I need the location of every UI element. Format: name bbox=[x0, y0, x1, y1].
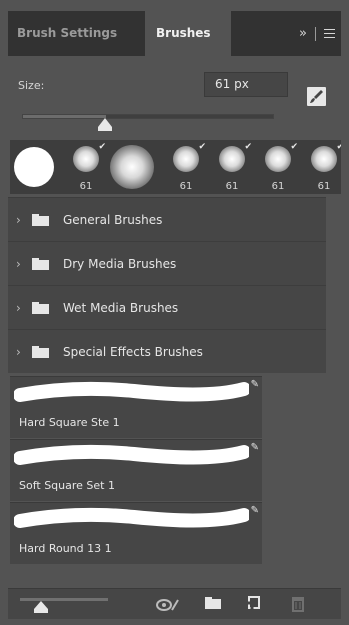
group-wet-media-brushes[interactable]: › Wet Media Brushes bbox=[8, 285, 326, 329]
eye-pressure-icon[interactable] bbox=[156, 595, 182, 613]
brush-tool-icon[interactable] bbox=[307, 87, 326, 106]
panel-footer bbox=[8, 588, 341, 619]
size-input[interactable]: 61 px bbox=[204, 72, 288, 97]
folder-icon bbox=[32, 213, 49, 226]
trash-icon[interactable] bbox=[291, 595, 305, 612]
pressure-pen-icon: ✔ bbox=[198, 142, 206, 152]
pressure-pen-icon: ✔ bbox=[244, 142, 252, 152]
pressure-pen-icon: ✎ bbox=[250, 505, 259, 516]
brush-item-soft-square[interactable]: ✎ Soft Square Set 1 bbox=[10, 439, 262, 501]
brush-name: Soft Square Set 1 bbox=[19, 479, 115, 492]
folder-icon bbox=[32, 301, 49, 314]
brush-tip-preview bbox=[311, 146, 337, 172]
brush-tip-preview bbox=[73, 146, 99, 172]
folder-icon bbox=[32, 345, 49, 358]
group-label: Wet Media Brushes bbox=[63, 300, 179, 315]
brush-tip-preview bbox=[14, 147, 54, 187]
brush-preset[interactable]: ✔ 61 bbox=[208, 140, 256, 194]
brush-preset[interactable]: ✔ 61 bbox=[300, 140, 341, 194]
brush-preset[interactable]: ✔ 61 bbox=[62, 140, 110, 194]
brush-preset[interactable] bbox=[10, 140, 58, 194]
brush-size-number: 61 bbox=[79, 181, 93, 192]
tab-brushes[interactable]: Brushes bbox=[145, 11, 231, 56]
tab-tools: » bbox=[299, 11, 335, 56]
brush-size-number: 61 bbox=[317, 181, 331, 192]
expand-chevrons-icon[interactable]: » bbox=[299, 11, 307, 56]
tab-bar: Brush Settings Brushes » bbox=[8, 11, 341, 56]
new-group-folder-icon[interactable] bbox=[204, 595, 222, 611]
group-label: Dry Media Brushes bbox=[63, 256, 177, 271]
brush-stroke-preview bbox=[14, 507, 249, 528]
pressure-pen-icon: ✔ bbox=[290, 142, 298, 152]
brush-groups: › General Brushes › Dry Media Brushes › … bbox=[8, 197, 328, 373]
chevron-right-icon[interactable]: › bbox=[16, 345, 30, 359]
size-slider-track[interactable] bbox=[22, 114, 274, 119]
preview-size-thumb[interactable] bbox=[34, 601, 48, 613]
brush-item-hard-round[interactable]: ✎ Hard Round 13 1 bbox=[10, 502, 262, 564]
brush-name: Hard Square Ste 1 bbox=[19, 416, 120, 429]
brush-stroke-preview bbox=[14, 381, 249, 402]
brush-preset[interactable]: ✔ 61 bbox=[162, 140, 210, 194]
brush-tip-preview bbox=[219, 146, 245, 172]
brush-preset[interactable] bbox=[108, 140, 156, 194]
brush-item-hard-square[interactable]: ✎ Hard Square Ste 1 bbox=[10, 376, 262, 438]
pressure-pen-icon: ✔ bbox=[98, 142, 106, 152]
divider bbox=[315, 26, 316, 41]
new-brush-icon[interactable] bbox=[246, 595, 262, 611]
brush-size-number: 61 bbox=[225, 181, 239, 192]
brush-stroke-preview bbox=[14, 444, 249, 465]
chevron-right-icon[interactable]: › bbox=[16, 301, 30, 315]
group-general-brushes[interactable]: › General Brushes bbox=[8, 197, 326, 241]
brush-tip-preview bbox=[173, 146, 199, 172]
recent-brush-presets: ✔ 61 ✔ 61 ✔ 61 ✔ 61 ✔ 61 bbox=[10, 140, 341, 194]
size-label: Size: bbox=[18, 79, 45, 92]
chevron-right-icon[interactable]: › bbox=[16, 213, 30, 227]
brush-name: Hard Round 13 1 bbox=[19, 542, 112, 555]
brush-tip-preview bbox=[110, 145, 154, 189]
brushes-panel: Brush Settings Brushes » Size: 61 px ✔ 61… bbox=[8, 11, 341, 619]
brush-size-number: 61 bbox=[179, 181, 193, 192]
pressure-pen-icon: ✔ bbox=[336, 142, 341, 152]
group-dry-media-brushes[interactable]: › Dry Media Brushes bbox=[8, 241, 326, 285]
brush-tip-preview bbox=[265, 146, 291, 172]
group-label: Special Effects Brushes bbox=[63, 344, 203, 359]
chevron-right-icon[interactable]: › bbox=[16, 257, 30, 271]
group-special-effects-brushes[interactable]: › Special Effects Brushes bbox=[8, 329, 326, 373]
pressure-pen-icon: ✎ bbox=[250, 379, 259, 390]
hamburger-menu-icon[interactable] bbox=[324, 29, 335, 38]
group-label: General Brushes bbox=[63, 212, 163, 227]
tab-brush-settings[interactable]: Brush Settings bbox=[8, 11, 145, 56]
pressure-pen-icon: ✎ bbox=[250, 442, 259, 453]
brush-size-number: 61 bbox=[271, 181, 285, 192]
size-slider-thumb[interactable] bbox=[98, 118, 113, 131]
folder-icon bbox=[32, 257, 49, 270]
size-slider-fill bbox=[23, 115, 106, 118]
brush-preset[interactable]: ✔ 61 bbox=[254, 140, 302, 194]
